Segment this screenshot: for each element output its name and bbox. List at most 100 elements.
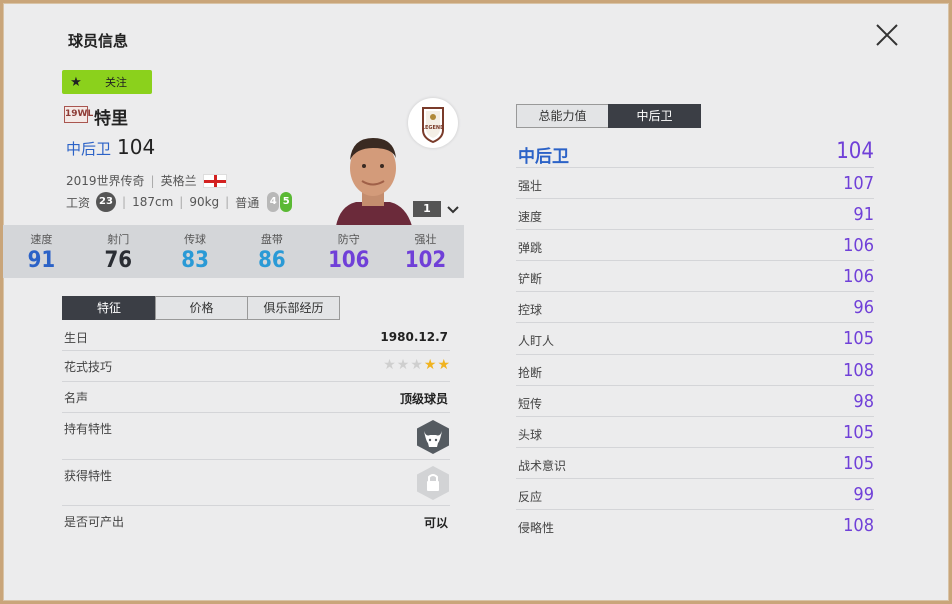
close-icon[interactable]: [874, 22, 900, 48]
height: 187cm: [132, 195, 174, 209]
attribute-value: 98: [853, 390, 874, 412]
stat-name: 射门: [107, 233, 130, 246]
skill-row: 花式技巧 ★ ★ ★ ★ ★: [62, 351, 450, 382]
legend-badge-text: LEGEND: [422, 125, 444, 131]
stat-value: 86: [258, 248, 286, 273]
weight: 90kg: [189, 195, 220, 209]
enhance-level[interactable]: 1: [413, 201, 441, 217]
player-meta-body: 工资 23 | 187cm | 90kg | 普通 4 5: [66, 192, 293, 212]
attribute-row: 短传 98: [516, 386, 874, 417]
star-icon: ★: [396, 357, 410, 373]
skill-label: 花式技巧: [64, 360, 113, 374]
stat-4: 防守 106: [310, 225, 387, 278]
birthday-value: 1980.12.7: [380, 330, 448, 344]
attribute-tabs: 总能力值 中后卫: [516, 104, 701, 128]
attribute-name: 弹跳: [518, 241, 543, 256]
strong-foot: 5: [280, 192, 293, 212]
producible-label: 是否可产出: [64, 515, 125, 529]
attribute-name: 速度: [518, 210, 543, 225]
tab-0[interactable]: 特征: [62, 296, 156, 320]
england-flag-icon: [202, 173, 227, 188]
divider: |: [122, 195, 127, 209]
trait-info-list: 生日 1980.12.7 花式技巧 ★ ★ ★ ★ ★ 名声 顶级球员 持有特性 获得特…: [62, 322, 450, 537]
attribute-value: 96: [853, 297, 874, 319]
stat-5: 强壮 102: [387, 225, 464, 278]
birthday-row: 生日 1980.12.7: [62, 322, 450, 351]
stat-name: 防守: [337, 233, 360, 246]
tab-2[interactable]: 俱乐部经历: [247, 296, 340, 320]
gain-traits-row: 获得特性: [62, 460, 450, 506]
reputation-value: 顶级球员: [399, 392, 448, 406]
stat-name: 盘带: [260, 233, 283, 246]
attr-tab-1[interactable]: 中后卫: [608, 104, 701, 128]
skill-stars: ★ ★ ★ ★ ★: [383, 357, 450, 373]
page-title: 球员信息: [68, 32, 129, 50]
divider: |: [179, 195, 184, 209]
stat-2: 传球 83: [157, 225, 234, 278]
attribute-row: 头球 105: [516, 417, 874, 448]
birthday-label: 生日: [64, 331, 89, 345]
locked-trait-icon[interactable]: [416, 465, 450, 504]
position-rating: 中后卫 104: [66, 135, 155, 159]
attribute-row: 铲断 106: [516, 261, 874, 293]
stat-name: 速度: [30, 233, 53, 246]
star-icon: ★: [423, 357, 437, 373]
attribute-name: 反应: [518, 489, 543, 504]
stat-value: 76: [104, 248, 133, 273]
star-icon: ★: [383, 357, 396, 373]
attribute-row: 人盯人 105: [516, 323, 874, 355]
attribute-row: 速度 91: [516, 199, 874, 231]
attribute-list: 强壮 107 速度 91 弹跳 106 铲断 106 控球 96 人盯人 105 抢断 108 短传 98 头球…: [516, 168, 874, 541]
owned-traits-label: 持有特性: [64, 422, 113, 436]
attr-tab-0[interactable]: 总能力值: [516, 104, 609, 128]
attribute-row: 弹跳 106: [516, 230, 874, 262]
attribute-value: 99: [853, 483, 874, 505]
salary-badge: 23: [96, 192, 117, 212]
attribute-row: 控球 96: [516, 292, 874, 324]
attribute-value: 91: [853, 204, 874, 226]
position-header-label: 中后卫: [518, 147, 569, 167]
body-type: 普通: [235, 195, 260, 210]
stat-value: 106: [328, 248, 370, 273]
attribute-value: 107: [843, 173, 874, 194]
info-tabs: 特征 价格 俱乐部经历: [62, 296, 340, 320]
weak-foot: 4: [267, 192, 280, 212]
player-meta-season: 2019世界传奇 | 英格兰: [66, 172, 227, 189]
attribute-row: 反应 99: [516, 479, 874, 511]
player-portrait: [326, 126, 420, 226]
star-icon: ★: [410, 357, 423, 373]
attribute-name: 控球: [518, 303, 543, 318]
attribute-name: 抢断: [518, 365, 543, 380]
overall-rating: 104: [117, 135, 156, 159]
divider: |: [225, 195, 230, 209]
attribute-name: 侵略性: [518, 521, 555, 536]
trait-bull-icon[interactable]: [416, 419, 450, 458]
attribute-row: 抢断 108: [516, 355, 874, 386]
divider: |: [150, 173, 155, 188]
nation-name: 英格兰: [160, 174, 197, 188]
follow-label: 关注: [105, 76, 127, 89]
player-name: 特里: [94, 109, 128, 129]
gain-traits-label: 获得特性: [64, 469, 113, 483]
attribute-row: 战术意识 105: [516, 448, 874, 479]
owned-traits-row: 持有特性: [62, 413, 450, 460]
producible-row: 是否可产出 可以: [62, 506, 450, 537]
attribute-value: 108: [843, 359, 874, 381]
attribute-row: 强壮 107: [516, 168, 874, 200]
attribute-value: 105: [843, 452, 874, 474]
foot-icon: 4 5: [267, 192, 293, 212]
attribute-row: 侵略性 108: [516, 510, 874, 541]
reputation-label: 名声: [64, 391, 89, 405]
stat-name: 传球: [184, 233, 207, 246]
position-header-value: 104: [836, 139, 874, 164]
stat-value: 83: [181, 248, 209, 273]
main-stats-strip: 速度 91 射门 76 传球 83 盘带 86 防守 106 强壮 102: [3, 225, 464, 278]
attribute-value: 106: [843, 266, 874, 288]
stat-1: 射门 76: [80, 225, 157, 278]
attribute-name: 头球: [518, 427, 543, 442]
follow-button[interactable]: ★ 关注: [62, 70, 152, 94]
attribute-value: 106: [843, 235, 874, 257]
tab-1[interactable]: 价格: [155, 296, 248, 320]
legend-badge-icon: LEGEND: [408, 98, 458, 148]
chevron-down-icon[interactable]: [446, 202, 460, 216]
